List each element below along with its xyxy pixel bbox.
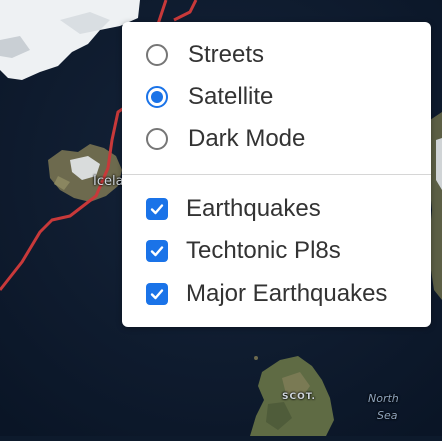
earthquakes-checkbox[interactable] — [146, 198, 168, 220]
overlay-major-earthquakes[interactable]: Major Earthquakes — [146, 279, 387, 309]
map-label-north: North — [368, 392, 399, 405]
dark-mode-label: Dark Mode — [188, 125, 306, 152]
streets-label: Streets — [188, 41, 265, 68]
checkmark-icon — [150, 204, 164, 215]
tectonic-plates-label: Techtonic Pl8s — [186, 237, 341, 264]
map-label-scotland: SCOT. — [282, 392, 316, 402]
base-layer-satellite[interactable]: Satellite — [146, 82, 273, 112]
map-label-sea: Sea — [377, 409, 398, 422]
layer-control-panel: Streets Satellite Dark Mode Earthquakes … — [122, 22, 431, 327]
map-label-iceland: Icela — [93, 174, 124, 189]
tectonic-plates-checkbox[interactable] — [146, 240, 168, 262]
earthquakes-label: Earthquakes — [186, 195, 321, 222]
dark-mode-radio[interactable] — [146, 128, 168, 150]
base-layer-dark-mode[interactable]: Dark Mode — [146, 124, 305, 154]
layer-divider — [122, 174, 431, 175]
streets-radio[interactable] — [146, 44, 168, 66]
satellite-label: Satellite — [188, 83, 274, 110]
checkmark-icon — [150, 289, 164, 300]
overlay-tectonic-plates[interactable]: Techtonic Pl8s — [146, 236, 341, 266]
major-earthquakes-label: Major Earthquakes — [186, 280, 388, 307]
major-earthquakes-checkbox[interactable] — [146, 283, 168, 305]
base-layer-streets[interactable]: Streets — [146, 40, 264, 70]
overlay-earthquakes[interactable]: Earthquakes — [146, 194, 321, 224]
checkmark-icon — [150, 246, 164, 257]
satellite-radio[interactable] — [146, 86, 168, 108]
